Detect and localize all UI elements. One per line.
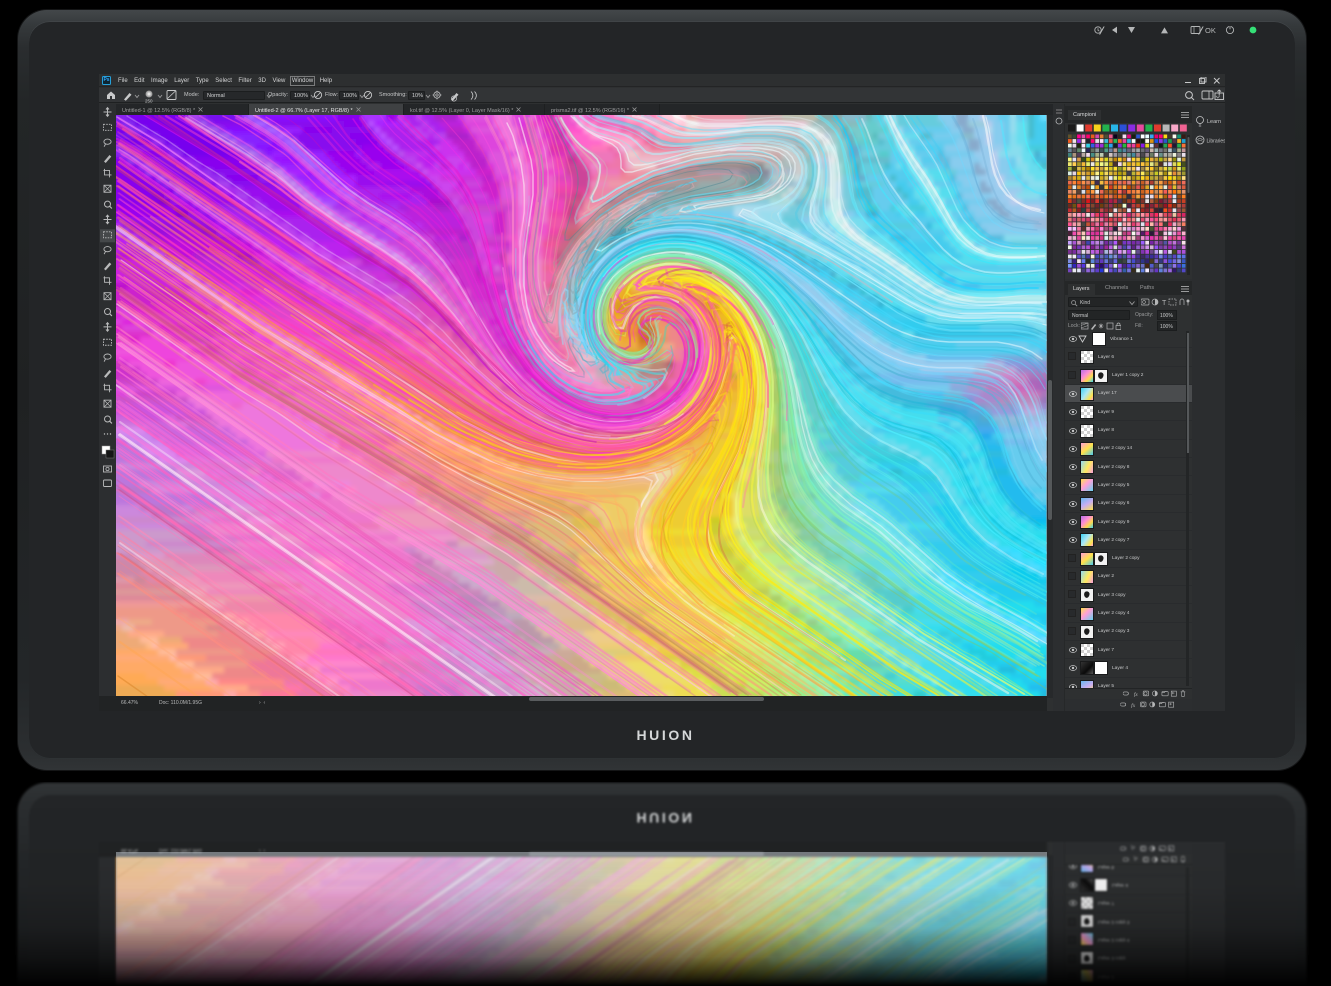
svg-text:fx: fx xyxy=(1134,855,1139,862)
svg-text:Learn: Learn xyxy=(1207,119,1221,125)
svg-text:fx: fx xyxy=(1131,702,1136,709)
svg-text:OK: OK xyxy=(1205,26,1216,35)
svg-text:fx: fx xyxy=(1131,844,1136,851)
svg-text:250: 250 xyxy=(145,99,153,104)
svg-text:Libraries: Libraries xyxy=(1207,139,1226,145)
svg-text:T: T xyxy=(1162,300,1167,307)
svg-text:fx: fx xyxy=(1134,691,1139,698)
